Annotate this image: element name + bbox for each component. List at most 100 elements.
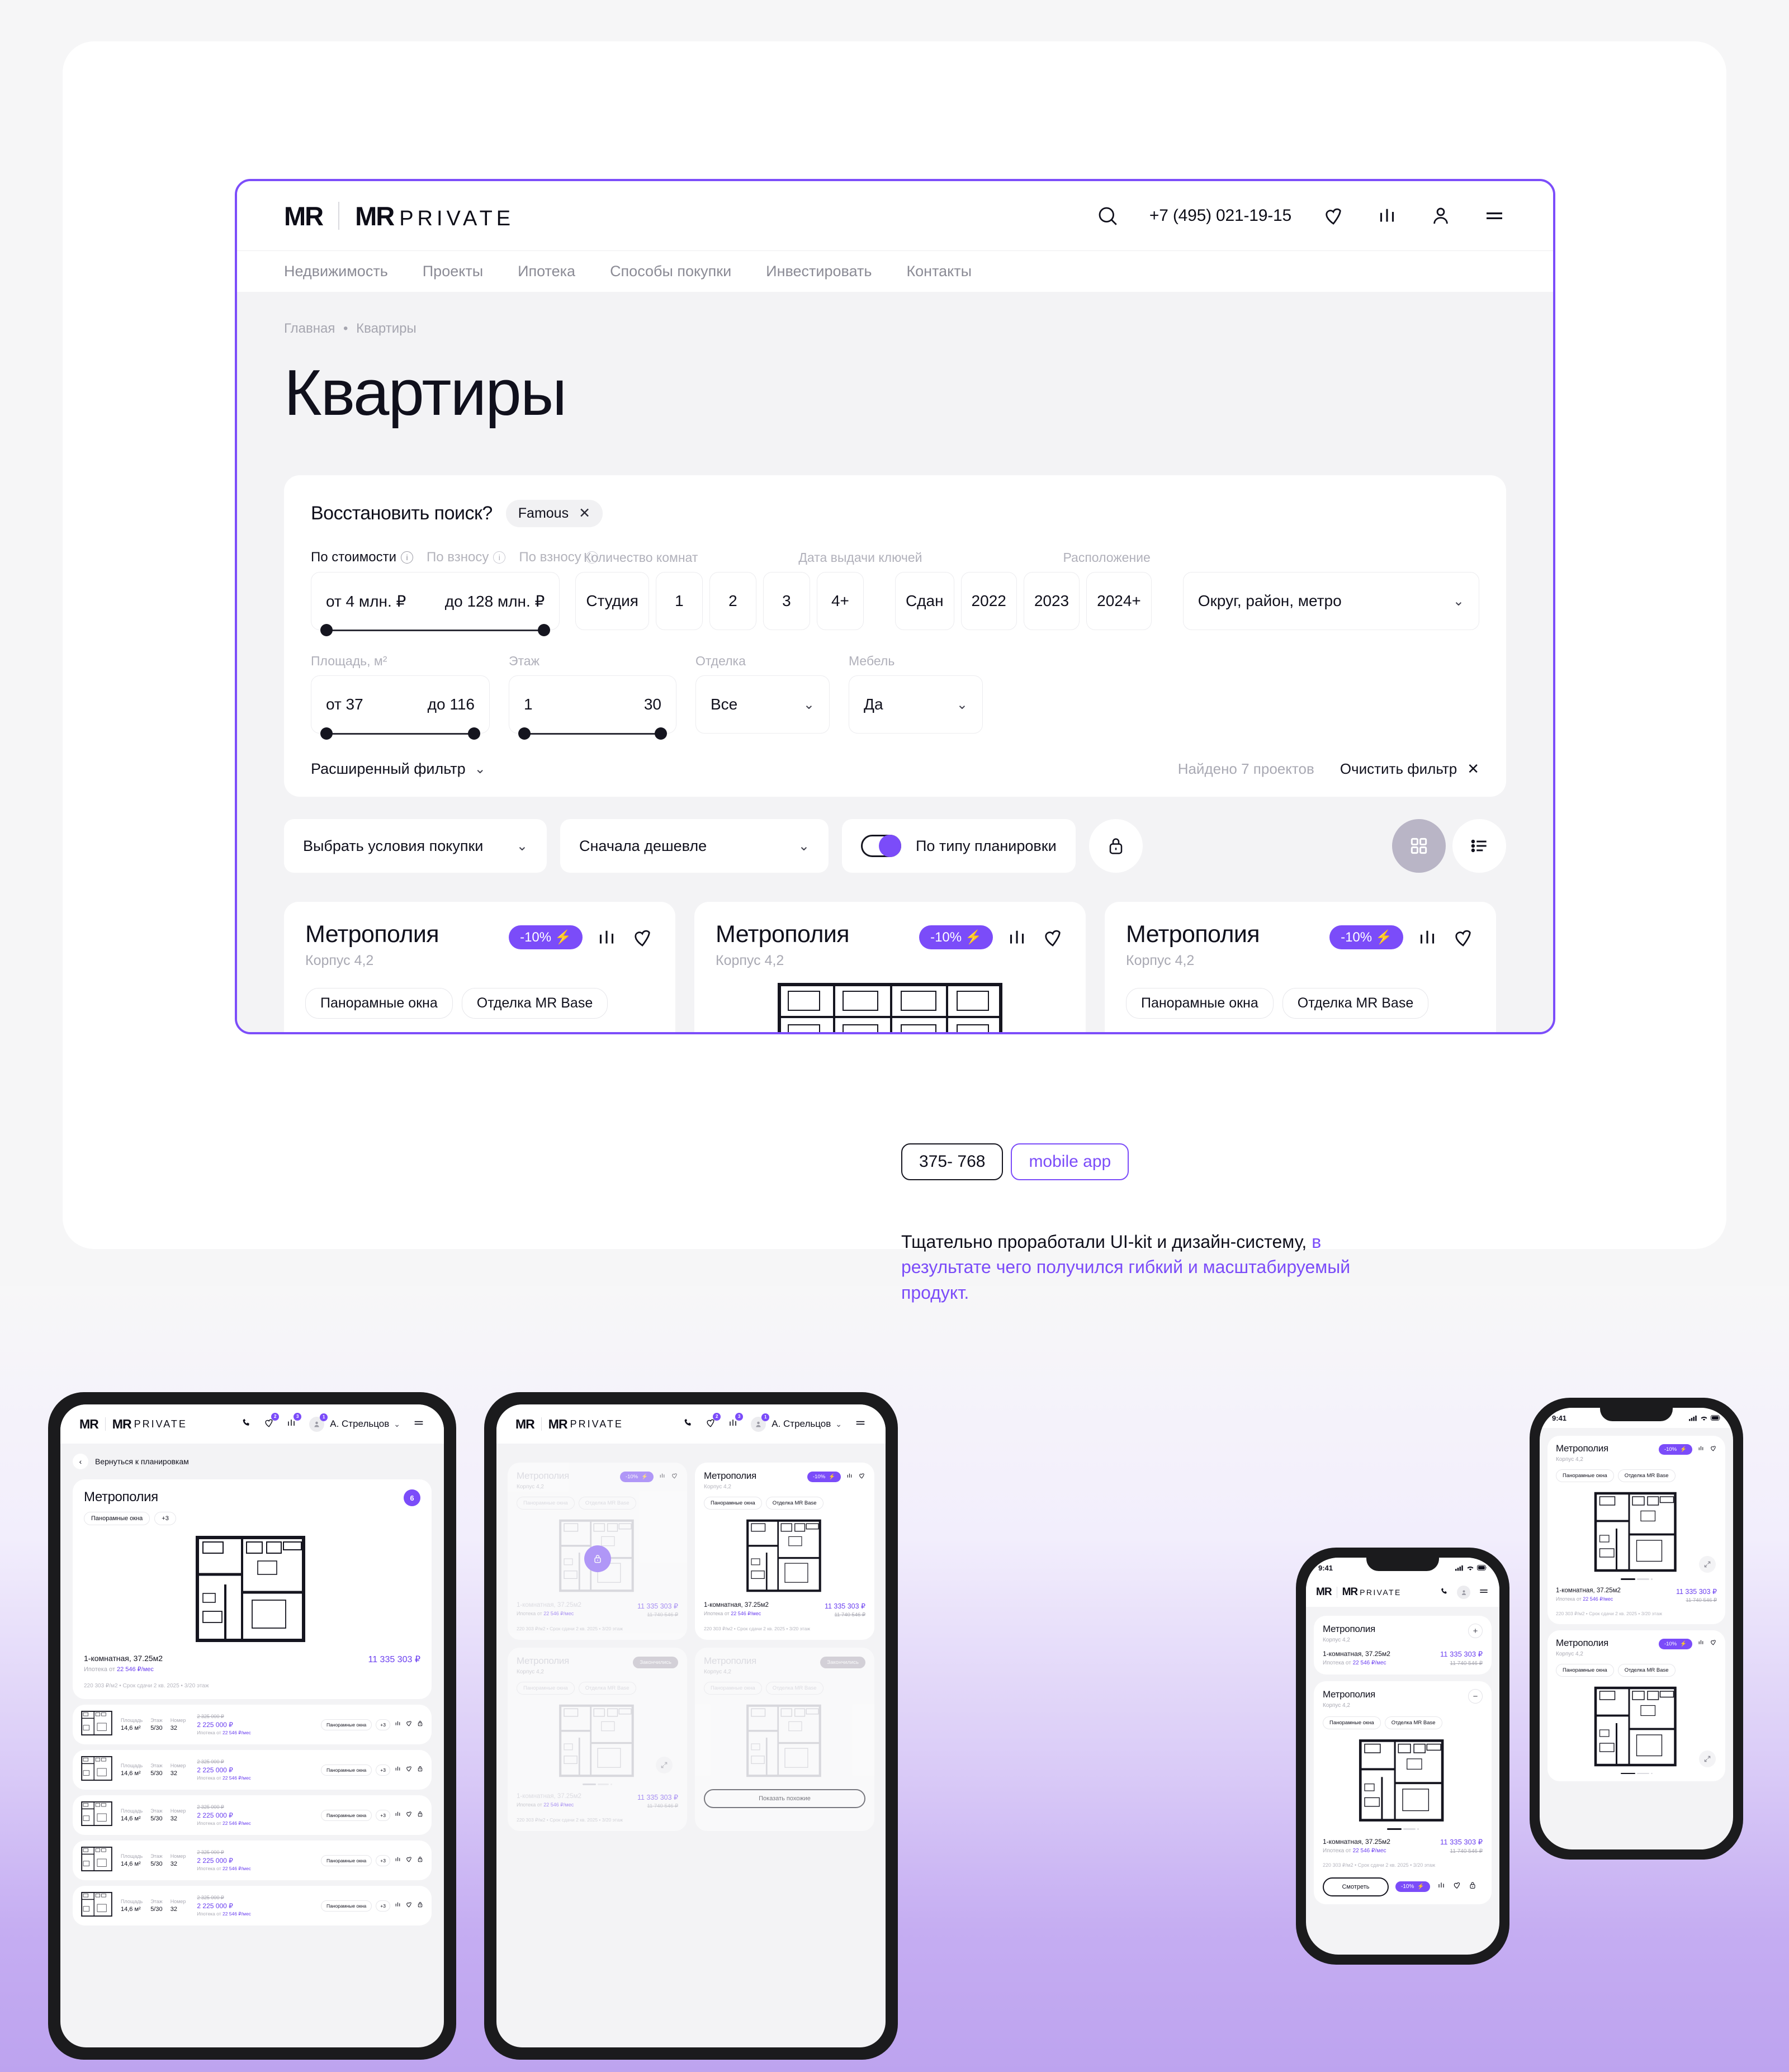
feature-chip[interactable]: Панорамные окна [320, 1900, 372, 1912]
heart-icon[interactable] [1452, 1881, 1461, 1893]
area-slider-track[interactable] [324, 733, 477, 735]
user-name[interactable]: А. Стрельцов [772, 1418, 831, 1430]
compare-icon[interactable] [394, 1720, 401, 1730]
lock-icon[interactable] [417, 1720, 424, 1730]
floor-plan[interactable] [1323, 1737, 1483, 1824]
user-icon[interactable] [1429, 204, 1452, 228]
user-name[interactable]: А. Стрельцов [330, 1418, 389, 1430]
info-icon[interactable]: i [401, 551, 413, 564]
feature-chip[interactable]: Отделка MR Base [1617, 1663, 1676, 1677]
carousel-dot[interactable] [1636, 1772, 1649, 1774]
carousel-dot-active[interactable] [1620, 1578, 1635, 1580]
lock-icon[interactable] [417, 1856, 424, 1866]
compare-icon[interactable] [1375, 204, 1399, 228]
floor-plan-thumb[interactable] [81, 1801, 113, 1829]
nav-item-3[interactable]: Способы покупки [610, 263, 731, 280]
compare-icon[interactable] [394, 1810, 401, 1820]
area-range-input[interactable]: от 37 до 116 [311, 675, 490, 740]
header-phone[interactable]: +7 (495) 021-19-15 [1149, 206, 1291, 225]
feature-chip-more[interactable]: +3 [154, 1512, 176, 1525]
rooms-option-3[interactable]: 3 [763, 572, 810, 630]
nav-item-2[interactable]: Ипотека [518, 263, 575, 280]
area-slider-knob-min[interactable] [320, 727, 333, 740]
floor-slider-knob-max[interactable] [655, 727, 667, 740]
floor-slider-knob-min[interactable] [518, 727, 531, 740]
phone-icon[interactable] [1440, 1587, 1449, 1598]
avatar[interactable] [1457, 1586, 1470, 1599]
compare-icon[interactable] [595, 926, 618, 949]
heart-icon[interactable] [405, 1901, 413, 1911]
compare-icon[interactable] [394, 1856, 401, 1866]
nav-item-0[interactable]: Недвижимость [284, 263, 388, 280]
clear-filter-button[interactable]: Очистить фильтр ✕ [1340, 760, 1479, 778]
feature-chip[interactable]: Панорамные окна [320, 1764, 372, 1776]
unit-row[interactable]: Площадь 14,6 м² Этаж 5/30 Номер 32 2 325 000 ₽… [73, 1886, 432, 1926]
floor-plan-thumb[interactable] [81, 1846, 113, 1875]
compare-icon[interactable]: 3 [286, 1412, 302, 1431]
rooms-option-1[interactable]: 1 [655, 572, 703, 630]
compare-icon[interactable]: 3 [727, 1412, 744, 1431]
carousel-dots[interactable] [1323, 1828, 1483, 1830]
feature-chip[interactable]: Панорамные окна [84, 1512, 150, 1525]
carousel-dot[interactable] [1650, 1772, 1653, 1774]
keys-option-2022[interactable]: 2022 [960, 572, 1017, 630]
chevron-down-icon[interactable]: ⌄ [835, 1420, 842, 1429]
tab-by-cost[interactable]: По стоимости i [311, 550, 413, 565]
keys-option-2024plus[interactable]: 2024+ [1086, 572, 1152, 630]
lock-icon[interactable] [1088, 819, 1143, 873]
collapse-toggle-minus[interactable]: − [1468, 1689, 1483, 1704]
floor-plan-thumb[interactable] [81, 1891, 113, 1920]
compare-icon[interactable] [1697, 1639, 1705, 1649]
keys-option-done[interactable]: Сдан [894, 572, 954, 630]
feature-chip[interactable]: Отделка MR Base [765, 1682, 823, 1695]
property-card[interactable]: Метрополия Корпус 4,2 -10% ⚡ [694, 902, 1086, 1032]
heart-icon[interactable] [1451, 926, 1475, 949]
heart-icon[interactable] [858, 1472, 865, 1482]
property-card[interactable]: Метрополия Корпус 4,2 -10% ⚡ Панорамные о… [1547, 1630, 1725, 1781]
feature-chip[interactable]: Отделка MR Base [578, 1497, 636, 1510]
toggle-switch[interactable] [861, 835, 901, 857]
floor-plan[interactable] [1556, 1685, 1717, 1768]
heart-icon[interactable] [671, 1472, 678, 1482]
heart-icon[interactable] [405, 1856, 413, 1866]
carousel-dot-active[interactable] [583, 1784, 596, 1785]
price-slider-track[interactable] [324, 630, 547, 631]
carousel-dot-active[interactable] [1620, 1772, 1635, 1774]
carousel-dot[interactable] [1403, 1828, 1416, 1830]
nav-item-4[interactable]: Инвестировать [766, 263, 872, 280]
carousel-dot[interactable] [1636, 1578, 1649, 1580]
phone-icon[interactable] [242, 1417, 252, 1431]
price-range-input[interactable]: от 4 млн. ₽ до 128 млн. ₽ [311, 572, 560, 636]
logo-group[interactable]: MR MR PRIVATE [284, 201, 514, 231]
feature-chip[interactable]: Отделка MR Base [1282, 988, 1429, 1019]
property-card[interactable]: Метрополия Корпус 4,2 -10% ⚡ [284, 902, 675, 1032]
layout-type-toggle[interactable]: По типу планировки [842, 819, 1076, 873]
heart-icon[interactable] [405, 1810, 413, 1820]
chevron-left-icon[interactable]: ‹ [73, 1454, 88, 1469]
compare-icon[interactable] [394, 1901, 401, 1911]
heart-icon[interactable] [1041, 926, 1064, 949]
lock-overlay-icon[interactable] [584, 1545, 611, 1572]
feature-chip[interactable]: Панорамные окна [320, 1855, 372, 1866]
feature-chip[interactable]: Панорамные окна [1126, 988, 1274, 1019]
feature-chip[interactable]: Панорамные окна [517, 1497, 575, 1510]
feature-chip[interactable]: Панорамные окна [1556, 1469, 1614, 1482]
carousel-dots[interactable] [517, 1784, 678, 1785]
expanded-property-card[interactable]: Метрополия Корпус 4,2 − Панорамные окна … [1314, 1681, 1492, 1904]
carousel-dots[interactable] [1556, 1578, 1717, 1580]
search-icon[interactable] [1096, 204, 1119, 228]
sort-select[interactable]: Сначала дешевле ⌄ [560, 819, 829, 873]
heart-icon[interactable] [1322, 204, 1345, 228]
price-slider-knob-min[interactable] [320, 624, 333, 636]
rooms-option-2[interactable]: 2 [709, 572, 756, 630]
breadcrumb-home[interactable]: Главная [284, 321, 335, 336]
chevron-down-icon[interactable]: ⌄ [394, 1420, 400, 1429]
feature-chip[interactable]: Панорамные окна [704, 1682, 762, 1695]
property-card[interactable]: Метрополия Корпус 4,2 -10% ⚡ Панорамные о… [695, 1463, 874, 1640]
property-card[interactable]: Метрополия Корпус 4,2 Закончились Панора… [508, 1648, 687, 1831]
feature-chip[interactable]: Отделка MR Base [578, 1682, 636, 1695]
lock-icon[interactable] [417, 1901, 424, 1911]
keys-option-2023[interactable]: 2023 [1023, 572, 1080, 630]
lock-icon[interactable] [417, 1810, 424, 1820]
feature-chip[interactable]: Отделка MR Base [1617, 1469, 1676, 1482]
